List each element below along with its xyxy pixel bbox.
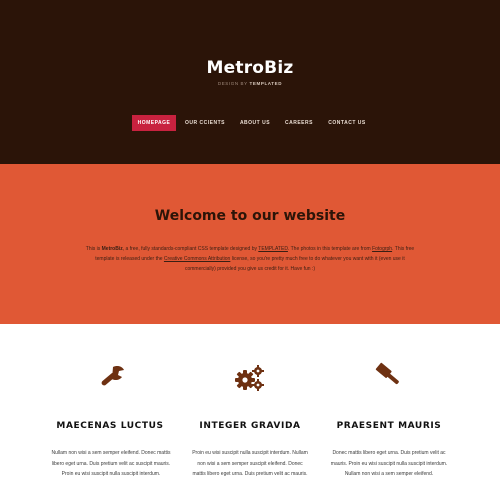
nav-item-homepage[interactable]: HOMEPAGE (132, 115, 176, 131)
feature-text: Nullam non wisi a sem semper eleifend. D… (51, 450, 171, 478)
gavel-icon (375, 362, 399, 385)
feature-text: Donec mattis libero eget urna. Duis pret… (330, 450, 448, 478)
banner-brand: MetroBiz (101, 246, 123, 252)
main-nav: HOMEPAGE OUR CCIENTS ABOUT US CAREERS CO… (0, 115, 500, 131)
banner-text-part: This is (85, 246, 102, 252)
banner-text-part: , a free, fully standards-compliant CSS … (122, 246, 259, 252)
feature-title: PRAESENT MAURIS (336, 421, 442, 431)
banner-text: This is MetroBiz, a free, fully standard… (82, 244, 418, 274)
nav-item-careers[interactable]: CAREERS (282, 115, 316, 131)
gears-icon (235, 365, 264, 391)
tagline-prefix: DESIGN BY (217, 81, 250, 86)
banner-title: Welcome to our website (154, 208, 346, 224)
nav-item-contact-us[interactable]: CONTACT US (324, 115, 370, 131)
nav-item-about-us[interactable]: ABOUT US (236, 115, 274, 131)
wrench-icon (101, 366, 124, 386)
site-logo[interactable]: MetroBiz (0, 58, 500, 78)
fotogrph-link[interactable]: Fotogrph (372, 246, 392, 252)
creative-commons-link[interactable]: Creative Commons Attribution (164, 256, 230, 262)
nav-item-our-clients[interactable]: OUR CCIENTS (182, 115, 228, 131)
feature-text: Proin eu wisi suscipit nulla suscipit in… (192, 450, 308, 478)
tagline-brand-link[interactable]: TEMPLATED (250, 81, 283, 86)
banner-text-part: . The photos in this template are from (287, 246, 373, 252)
site-tagline: DESIGN BY TEMPLATED (0, 81, 500, 86)
templated-link[interactable]: TEMPLATED (258, 246, 288, 252)
